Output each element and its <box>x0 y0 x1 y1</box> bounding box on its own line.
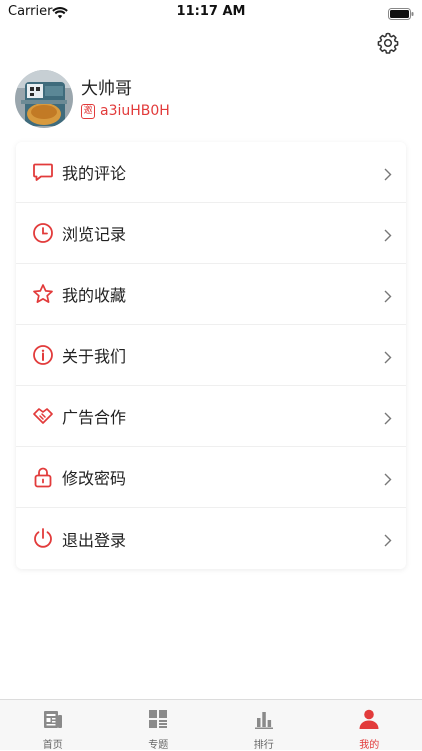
star-icon <box>32 283 54 305</box>
tab-label: 我的 <box>317 736 422 751</box>
person-icon <box>358 708 380 730</box>
chevron-right-icon <box>384 532 392 545</box>
chevron-right-icon <box>384 288 392 301</box>
menu-item-label: 我的评论 <box>62 160 126 184</box>
menu-item-label: 我的收藏 <box>62 282 126 306</box>
menu-item-logout[interactable]: 退出登录 <box>16 508 406 569</box>
profile-header: 大帅哥 邀 a3iuHB0H <box>15 70 395 130</box>
lock-icon <box>32 466 54 488</box>
battery-icon <box>388 5 414 24</box>
tab-ranking[interactable]: 排行 <box>211 700 317 750</box>
invite-code-row: 邀 a3iuHB0H <box>81 102 170 120</box>
menu-item-label: 关于我们 <box>62 343 126 367</box>
chevron-right-icon <box>384 471 392 484</box>
status-bar: Carrier 11:17 AM <box>0 0 422 22</box>
news-icon <box>42 708 64 730</box>
avatar[interactable] <box>15 70 73 128</box>
tab-label: 专题 <box>106 736 212 751</box>
invite-code: a3iuHB0H <box>100 103 170 119</box>
info-icon <box>32 344 54 366</box>
menu-item-label: 修改密码 <box>62 465 126 489</box>
settings-gear-icon[interactable] <box>376 31 400 55</box>
menu-item-change-password[interactable]: 修改密码 <box>16 447 406 508</box>
clock-icon <box>32 222 54 244</box>
chevron-right-icon <box>384 166 392 179</box>
bar-chart-icon <box>253 708 275 730</box>
username: 大帅哥 <box>81 74 132 99</box>
menu-item-ad-cooperation[interactable]: 广告合作 <box>16 386 406 447</box>
menu-item-history[interactable]: 浏览记录 <box>16 203 406 264</box>
chevron-right-icon <box>384 349 392 362</box>
menu-item-comments[interactable]: 我的评论 <box>16 142 406 203</box>
menu-item-label: 退出登录 <box>62 527 126 551</box>
handshake-icon <box>32 405 54 427</box>
menu-card: 我的评论 浏览记录 我的收藏 关于我们 广告合作 修改密码 <box>16 142 406 569</box>
menu-item-label: 浏览记录 <box>62 221 126 245</box>
menu-item-label: 广告合作 <box>62 404 126 428</box>
menu-item-about[interactable]: 关于我们 <box>16 325 406 386</box>
comment-icon <box>32 161 54 183</box>
chevron-right-icon <box>384 227 392 240</box>
tab-label: 排行 <box>211 736 317 751</box>
tab-bar: 首页 专题 排行 我的 <box>0 699 422 750</box>
chevron-right-icon <box>384 410 392 423</box>
tab-label: 首页 <box>0 736 106 751</box>
tab-mine[interactable]: 我的 <box>317 700 422 750</box>
power-icon <box>32 527 54 549</box>
grid-icon <box>147 708 169 730</box>
clock-time: 11:17 AM <box>0 4 422 19</box>
menu-item-favorites[interactable]: 我的收藏 <box>16 264 406 325</box>
invite-badge: 邀 <box>81 104 95 119</box>
tab-home[interactable]: 首页 <box>0 700 106 750</box>
tab-topics[interactable]: 专题 <box>106 700 212 750</box>
